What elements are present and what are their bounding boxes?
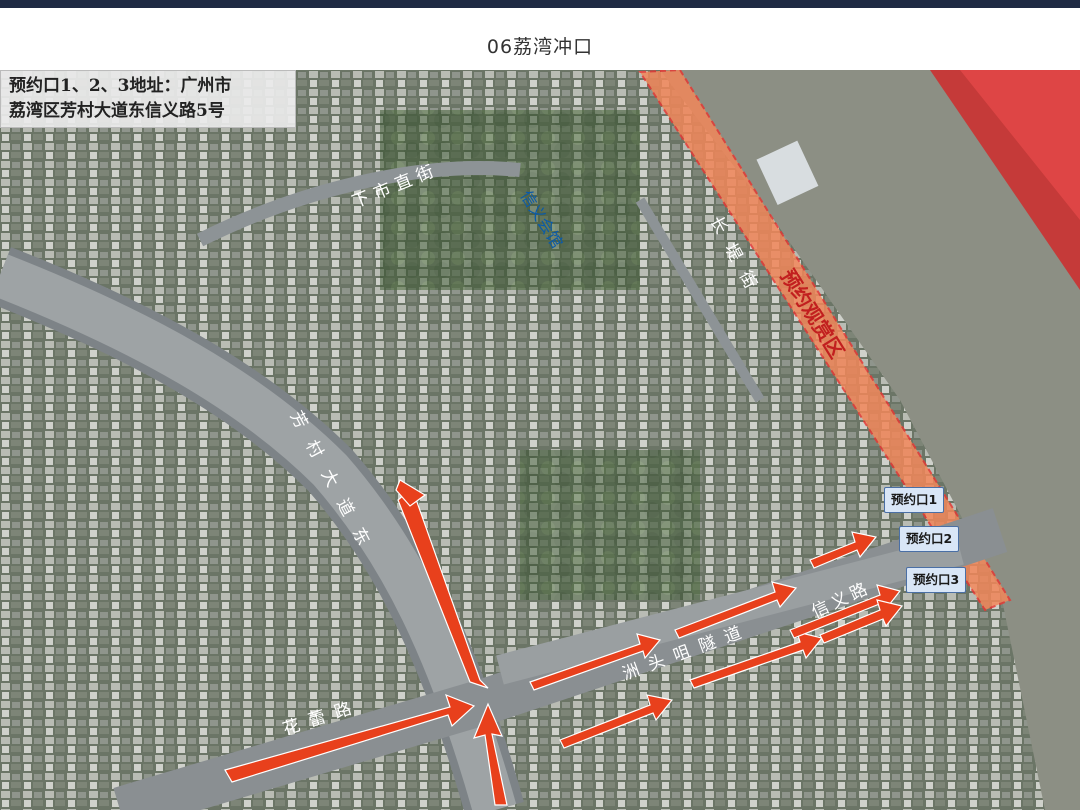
entrance-tag-1[interactable]: 预约口1	[884, 487, 944, 513]
address-box: 预约口1、2、3地址：广州市 荔湾区芳村大道东信义路5号	[0, 70, 296, 128]
green-area-2	[520, 450, 700, 600]
entrance-tag-2[interactable]: 预约口2	[899, 526, 959, 552]
top-bar	[0, 0, 1080, 8]
map-view[interactable]: 预约观赏区 下市直街 信义会馆 长堤街 芳村大道东 洲头咀隧道 信义路 花蕾路	[0, 70, 1080, 810]
green-area	[380, 110, 640, 290]
page-title: 06荔湾冲口	[0, 32, 1080, 59]
page-header: 06荔湾冲口	[0, 8, 1080, 70]
map-canvas: 预约观赏区 下市直街 信义会馆 长堤街 芳村大道东 洲头咀隧道 信义路 花蕾路	[0, 70, 1080, 810]
address-line-1: 预约口1、2、3地址：广州市	[9, 74, 287, 99]
address-line-2: 荔湾区芳村大道东信义路5号	[9, 99, 287, 124]
entrance-tag-3[interactable]: 预约口3	[906, 567, 966, 593]
